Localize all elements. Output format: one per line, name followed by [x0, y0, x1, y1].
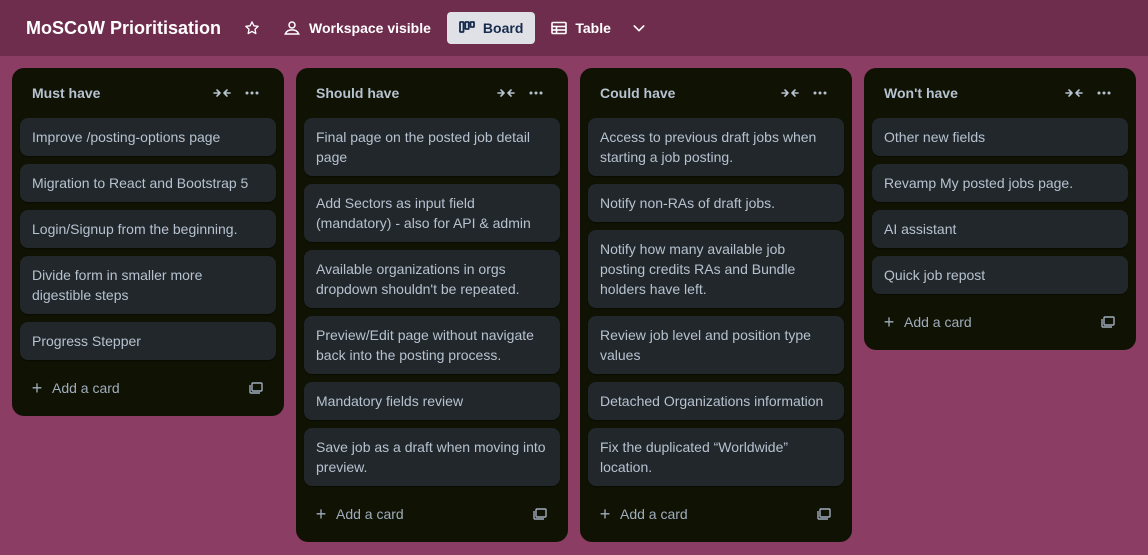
card[interactable]: Improve /posting-options page: [20, 118, 276, 156]
board-header: MoSCoW Prioritisation Workspace visible …: [0, 0, 1148, 56]
people-icon: [284, 21, 300, 35]
plus-icon: +: [31, 378, 43, 398]
list-must-have: Must have Improve /posting-options page …: [12, 68, 284, 416]
collapse-list-button[interactable]: [778, 81, 802, 105]
template-icon: [817, 508, 831, 520]
template-icon: [249, 382, 263, 394]
star-icon: [245, 21, 259, 35]
collapse-icon: [781, 89, 799, 97]
list-header: Won't have: [872, 68, 1128, 118]
add-card-label: Add a card: [620, 506, 688, 522]
plus-icon: +: [315, 504, 327, 524]
add-card-button[interactable]: + Add a card: [598, 505, 814, 523]
list-footer: + Add a card: [304, 494, 560, 534]
view-table-button[interactable]: Table: [539, 12, 623, 44]
star-button[interactable]: [241, 17, 263, 39]
list-menu-button[interactable]: [1092, 81, 1116, 105]
list-title[interactable]: Should have: [316, 85, 494, 101]
create-from-template-button[interactable]: [246, 378, 266, 398]
list-header: Should have: [304, 68, 560, 118]
list-header: Must have: [20, 68, 276, 118]
table-icon: [551, 21, 568, 35]
card[interactable]: Access to previous draft jobs when start…: [588, 118, 844, 176]
card[interactable]: Migration to React and Bootstrap 5: [20, 164, 276, 202]
list-footer: + Add a card: [20, 368, 276, 408]
card[interactable]: Notify non-RAs of draft jobs.: [588, 184, 844, 222]
more-views-button[interactable]: [625, 14, 653, 42]
card[interactable]: Other new fields: [872, 118, 1128, 156]
plus-icon: +: [599, 504, 611, 524]
list-menu-button[interactable]: [524, 81, 548, 105]
card[interactable]: Revamp My posted jobs page.: [872, 164, 1128, 202]
add-card-button[interactable]: + Add a card: [30, 379, 246, 397]
collapse-list-button[interactable]: [1062, 81, 1086, 105]
more-icon: [1097, 91, 1111, 95]
card[interactable]: Detached Organizations information: [588, 382, 844, 420]
view-board-label: Board: [482, 20, 524, 36]
collapse-list-button[interactable]: [494, 81, 518, 105]
list-header: Could have: [588, 68, 844, 118]
add-card-button[interactable]: + Add a card: [882, 313, 1098, 331]
collapse-icon: [213, 89, 231, 97]
create-from-template-button[interactable]: [530, 504, 550, 524]
card[interactable]: Login/Signup from the beginning.: [20, 210, 276, 248]
add-card-label: Add a card: [336, 506, 404, 522]
card[interactable]: Add Sectors as input field (mandatory) -…: [304, 184, 560, 242]
template-icon: [533, 508, 547, 520]
list-menu-button[interactable]: [240, 81, 264, 105]
more-icon: [529, 91, 543, 95]
view-table-label: Table: [575, 20, 611, 36]
card[interactable]: Divide form in smaller more digestible s…: [20, 256, 276, 314]
card[interactable]: Progress Stepper: [20, 322, 276, 360]
list-could-have: Could have Access to previous draft jobs…: [580, 68, 852, 542]
add-card-label: Add a card: [904, 314, 972, 330]
card[interactable]: Final page on the posted job detail page: [304, 118, 560, 176]
card[interactable]: Mandatory fields review: [304, 382, 560, 420]
card[interactable]: AI assistant: [872, 210, 1128, 248]
create-from-template-button[interactable]: [814, 504, 834, 524]
more-icon: [245, 91, 259, 95]
board-icon: [459, 21, 475, 33]
list-title[interactable]: Could have: [600, 85, 778, 101]
list-title[interactable]: Must have: [32, 85, 210, 101]
board-title[interactable]: MoSCoW Prioritisation: [26, 18, 221, 39]
view-board-button[interactable]: Board: [446, 12, 536, 44]
more-icon: [813, 91, 827, 95]
collapse-icon: [497, 89, 515, 97]
visibility-button[interactable]: Workspace visible: [277, 16, 437, 40]
card[interactable]: Save job as a draft when moving into pre…: [304, 428, 560, 486]
list-title[interactable]: Won't have: [884, 85, 1062, 101]
chevron-down-icon: [633, 25, 645, 32]
list-menu-button[interactable]: [808, 81, 832, 105]
list-should-have: Should have Final page on the posted job…: [296, 68, 568, 542]
list-footer: + Add a card: [872, 302, 1128, 342]
list-footer: + Add a card: [588, 494, 844, 534]
create-from-template-button[interactable]: [1098, 312, 1118, 332]
collapse-icon: [1065, 89, 1083, 97]
add-card-button[interactable]: + Add a card: [314, 505, 530, 523]
card[interactable]: Available organizations in orgs dropdown…: [304, 250, 560, 308]
collapse-list-button[interactable]: [210, 81, 234, 105]
visibility-label: Workspace visible: [309, 20, 431, 36]
plus-icon: +: [883, 312, 895, 332]
card[interactable]: Fix the duplicated “Worldwide” location.: [588, 428, 844, 486]
card[interactable]: Quick job repost: [872, 256, 1128, 294]
card[interactable]: Preview/Edit page without navigate back …: [304, 316, 560, 374]
template-icon: [1101, 316, 1115, 328]
list-wont-have: Won't have Other new fields Revamp My po…: [864, 68, 1136, 350]
card[interactable]: Notify how many available job posting cr…: [588, 230, 844, 308]
card[interactable]: Review job level and position type value…: [588, 316, 844, 374]
add-card-label: Add a card: [52, 380, 120, 396]
